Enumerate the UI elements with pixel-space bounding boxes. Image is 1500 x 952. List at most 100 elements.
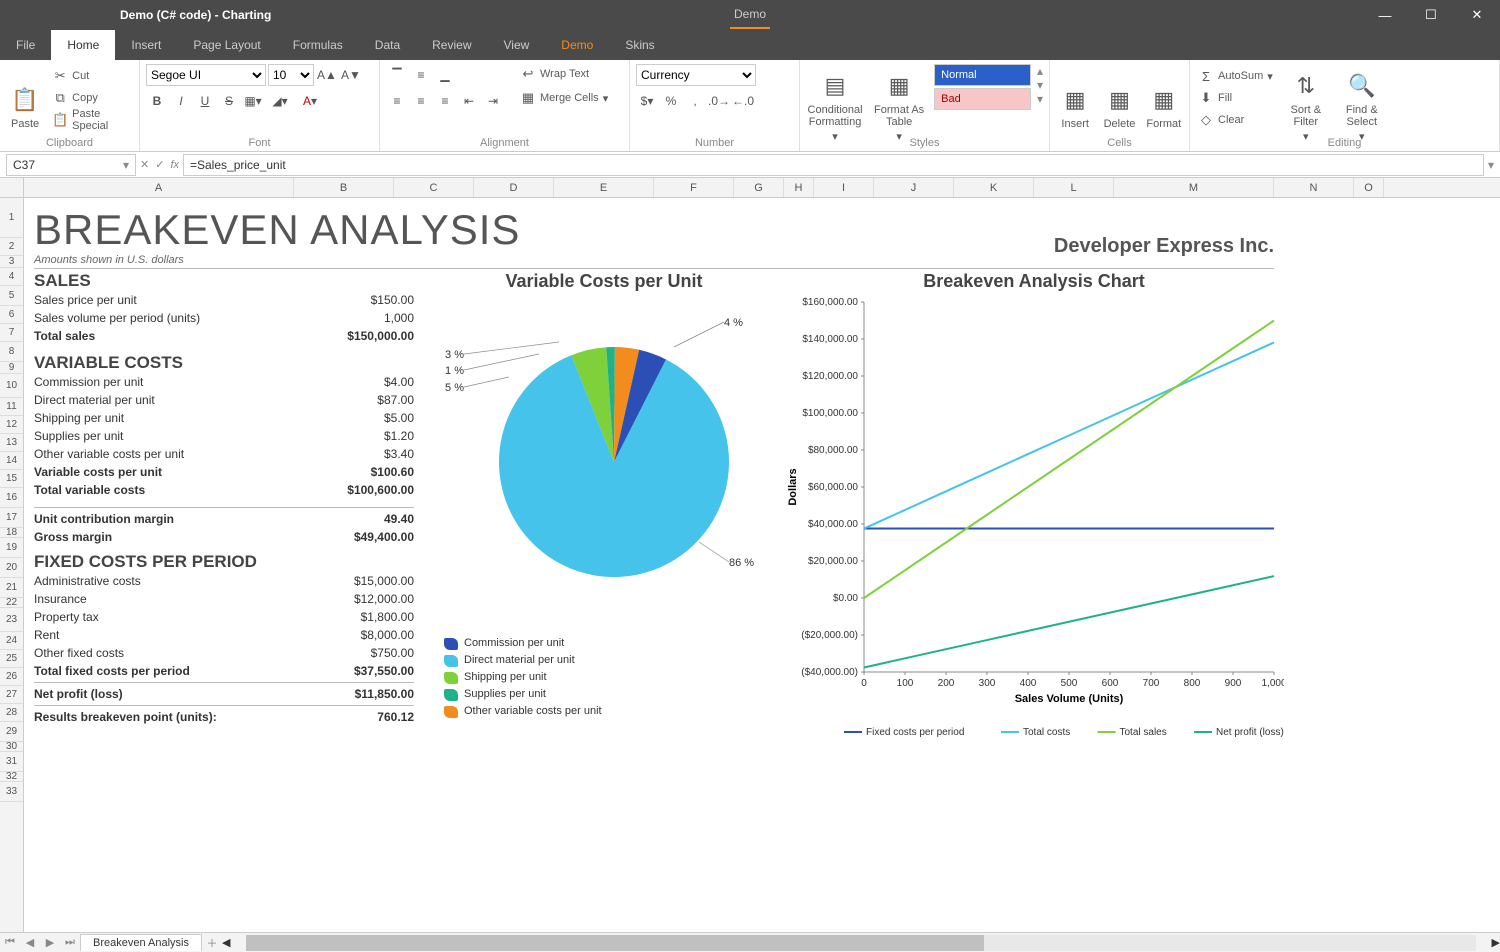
row-header-32[interactable]: 32 [0,772,23,782]
fill-button[interactable]: ⬇Fill [1196,88,1275,108]
column-header-K[interactable]: K [954,178,1034,197]
style-normal[interactable]: Normal [934,64,1031,86]
align-right-button[interactable]: ≡ [434,90,456,112]
tab-file[interactable]: File [0,30,51,60]
select-all-corner[interactable] [0,178,24,197]
fill-color-button[interactable]: ◢▾ [266,90,294,112]
name-box[interactable]: C37▾ [6,154,136,176]
tab-data[interactable]: Data [359,30,416,60]
row-header-11[interactable]: 11 [0,398,23,416]
align-top-button[interactable]: ▔ [386,64,408,86]
percent-button[interactable]: % [660,90,682,112]
row-header-12[interactable]: 12 [0,416,23,434]
borders-button[interactable]: ▦▾ [242,90,264,112]
sheet-tab[interactable]: Breakeven Analysis [80,934,202,951]
tab-page-layout[interactable]: Page Layout [177,30,276,60]
row-header-31[interactable]: 31 [0,752,23,772]
style-bad[interactable]: Bad [934,88,1031,110]
align-center-button[interactable]: ≡ [410,90,432,112]
comma-button[interactable]: , [684,90,706,112]
row-header-5[interactable]: 5 [0,286,23,306]
row-header-15[interactable]: 15 [0,470,23,488]
strike-button[interactable]: S [218,90,240,112]
row-header-24[interactable]: 24 [0,632,23,650]
tab-skins[interactable]: Skins [609,30,670,60]
row-header-2[interactable]: 2 [0,238,23,256]
column-header-N[interactable]: N [1274,178,1354,197]
column-header-D[interactable]: D [474,178,554,197]
number-format-select[interactable]: Currency [636,64,756,86]
row-header-10[interactable]: 10 [0,374,23,398]
row-header-23[interactable]: 23 [0,608,23,632]
column-header-I[interactable]: I [814,178,874,197]
tab-view[interactable]: View [488,30,546,60]
row-header-30[interactable]: 30 [0,742,23,752]
indent-inc-button[interactable]: ⇥ [482,90,504,112]
row-header-8[interactable]: 8 [0,342,23,362]
column-header-L[interactable]: L [1034,178,1114,197]
cut-button[interactable]: ✂Cut [50,66,133,86]
center-tab[interactable]: Demo [730,1,770,29]
fx-icon[interactable]: fx [170,159,179,171]
italic-button[interactable]: I [170,90,192,112]
row-header-21[interactable]: 21 [0,578,23,598]
formula-input[interactable]: =Sales_price_unit [183,154,1484,176]
tab-review[interactable]: Review [416,30,487,60]
align-middle-button[interactable]: ≡ [410,64,432,86]
row-header-6[interactable]: 6 [0,306,23,324]
font-color-button[interactable]: A▾ [296,90,324,112]
tab-insert[interactable]: Insert [115,30,177,60]
column-header-H[interactable]: H [784,178,814,197]
tab-nav-next[interactable]: ▶ [40,936,60,949]
align-left-button[interactable]: ≡ [386,90,408,112]
row-header-9[interactable]: 9 [0,362,23,374]
row-header-4[interactable]: 4 [0,268,23,286]
column-header-E[interactable]: E [554,178,654,197]
row-header-17[interactable]: 17 [0,508,23,528]
row-header-14[interactable]: 14 [0,452,23,470]
tab-nav-first[interactable]: ⏮ [0,936,20,949]
row-header-33[interactable]: 33 [0,782,23,802]
inc-decimal-button[interactable]: .0→ [708,90,730,112]
minimize-button[interactable]: ― [1362,0,1408,30]
tab-demo[interactable]: Demo [545,30,609,60]
row-header-27[interactable]: 27 [0,686,23,704]
font-size-select[interactable]: 10 [268,64,314,86]
underline-button[interactable]: U [194,90,216,112]
formula-expand-icon[interactable]: ▾ [1488,158,1494,172]
align-bottom-button[interactable]: ▁ [434,64,456,86]
row-header-29[interactable]: 29 [0,722,23,742]
paste-special-button[interactable]: 📋Paste Special [50,110,133,130]
currency-button[interactable]: $▾ [636,90,658,112]
close-button[interactable]: ✕ [1454,0,1500,30]
tab-nav-prev[interactable]: ◀ [20,936,40,949]
row-header-25[interactable]: 25 [0,650,23,668]
merge-cells-button[interactable]: ▦Merge Cells ▾ [518,88,610,108]
column-headers[interactable]: ABCDEFGHIJKLMNO [0,178,1500,198]
row-header-28[interactable]: 28 [0,704,23,722]
cancel-formula-icon[interactable]: ✕ [140,158,149,171]
row-header-13[interactable]: 13 [0,434,23,452]
maximize-button[interactable]: ☐ [1408,0,1454,30]
row-header-3[interactable]: 3 [0,256,23,268]
column-header-B[interactable]: B [294,178,394,197]
row-header-16[interactable]: 16 [0,488,23,508]
dec-decimal-button[interactable]: ←.0 [732,90,754,112]
column-header-A[interactable]: A [24,178,294,197]
accept-formula-icon[interactable]: ✓ [155,158,164,171]
row-header-19[interactable]: 19 [0,538,23,558]
row-header-26[interactable]: 26 [0,668,23,686]
clear-button[interactable]: ◇Clear [1196,110,1275,130]
row-header-18[interactable]: 18 [0,528,23,538]
autosum-button[interactable]: ΣAutoSum ▾ [1196,66,1275,86]
column-header-G[interactable]: G [734,178,784,197]
column-header-J[interactable]: J [874,178,954,197]
row-header-1[interactable]: 1 [0,198,23,238]
font-name-select[interactable]: Segoe UI [146,64,266,86]
indent-dec-button[interactable]: ⇤ [458,90,480,112]
row-headers[interactable]: 1234567891011121314151617181920212223242… [0,198,24,932]
tab-nav-last[interactable]: ⏭ [60,936,80,949]
wrap-text-button[interactable]: ↩Wrap Text [518,64,610,84]
tab-formulas[interactable]: Formulas [277,30,359,60]
row-header-20[interactable]: 20 [0,558,23,578]
